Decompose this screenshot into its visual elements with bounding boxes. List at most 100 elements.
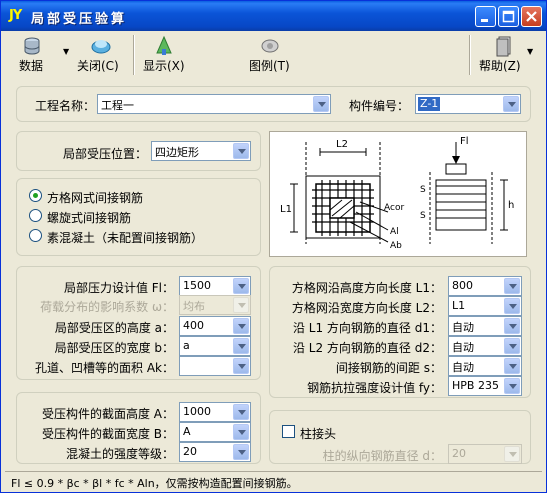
chevron-down-icon[interactable] [233, 424, 249, 440]
fl-value: 1500 [183, 279, 211, 292]
mesh-panel: 方格网沿高度方向长度 L1： 800 方格网沿宽度方向长度 L2： L1 沿 L… [269, 266, 531, 398]
b-value: a [183, 339, 190, 352]
chevron-down-icon[interactable] [233, 358, 249, 374]
d2-value: 自动 [452, 341, 474, 354]
legend-button[interactable]: 图例(T) [245, 33, 295, 77]
radio-plain-concrete-label[interactable]: 素混凝土（未配置间接钢筋） [47, 229, 203, 246]
project-name-select[interactable]: 工程一 [97, 94, 331, 114]
project-name-label: 工程名称： [35, 99, 96, 113]
chevron-down-icon[interactable] [233, 143, 249, 159]
toolbar-separator [469, 35, 471, 75]
a-value: 400 [183, 319, 204, 332]
fl-select[interactable]: 1500 [179, 276, 251, 296]
section-height-value: 1000 [183, 405, 211, 418]
app-logo: JY [9, 8, 22, 23]
section-width-value: A [183, 425, 191, 438]
chevron-down-icon[interactable] [504, 378, 520, 394]
data-button[interactable]: ▼ 数据 [13, 33, 69, 77]
chevron-down-icon[interactable] [504, 318, 520, 334]
status-bar: Fl ≤ 0.9 * βc * βl * fc * Aln，仅需按构造配置间接钢… [5, 471, 542, 490]
d2-label: 沿 L2 方向钢筋的直径 d2： [292, 341, 442, 355]
b-select[interactable]: a [179, 336, 251, 356]
diagram-drawing: L2 L1 Acor Al Ab Fl h S S [280, 136, 514, 251]
position-panel: 局部受压位置： 四边矩形 [16, 131, 261, 171]
column-joint-checkbox[interactable] [282, 425, 295, 438]
radio-grid-mesh-label[interactable]: 方格网式间接钢筋 [47, 189, 143, 206]
project-name-value: 工程一 [101, 99, 134, 112]
window-title: 局部受压验算 [31, 12, 128, 27]
chevron-down-icon[interactable] [313, 96, 329, 112]
chevron-down-icon[interactable] [233, 278, 249, 294]
radio-spiral[interactable] [29, 209, 42, 222]
component-id-select[interactable]: Z-1 [415, 94, 521, 114]
fy-select[interactable]: HPB 235 [448, 376, 522, 396]
app-window: JY 局部受压验算 ▼ 数据 关闭(C) 显示(X) 图例(T) ▼ 帮助(Z)… [0, 0, 547, 493]
title-bar[interactable]: JY 局部受压验算 [1, 1, 546, 31]
label-s-top: S [420, 185, 426, 195]
position-value: 四边矩形 [155, 146, 199, 159]
help-button[interactable]: ▼ 帮助(Z) [477, 33, 537, 77]
chevron-down-icon[interactable] [233, 338, 249, 354]
label-ab: Ab [390, 241, 402, 251]
position-label: 局部受压位置： [63, 147, 148, 161]
database-icon [24, 37, 40, 55]
legend-label: 图例(T) [249, 59, 290, 73]
a-label: 局部受压区的高度 a： [54, 321, 174, 335]
label-l2: L2 [336, 139, 348, 150]
chevron-down-icon[interactable] [233, 318, 249, 334]
ak-select[interactable] [179, 356, 251, 376]
minimize-button[interactable] [475, 6, 496, 27]
label-h: h [508, 200, 514, 211]
close-icon [526, 11, 537, 22]
l1-select[interactable]: 800 [448, 276, 522, 296]
a-select[interactable]: 400 [179, 316, 251, 336]
label-acor: Acor [384, 203, 404, 213]
load-panel: 局部压力设计值 Fl： 1500 荷载分布的影响系数 ω： 均布 局部受压区的高… [16, 266, 261, 380]
fl-label: 局部压力设计值 Fl： [63, 281, 174, 295]
chevron-down-icon[interactable] [504, 278, 520, 294]
fy-value: HPB 235 [452, 379, 499, 392]
status-text: Fl ≤ 0.9 * βc * βl * fc * Aln，仅需按构造配置间接钢… [11, 477, 298, 490]
radio-grid-mesh[interactable] [29, 189, 42, 202]
toolbar-separator [133, 35, 135, 75]
s-value: 自动 [452, 361, 474, 374]
d1-value: 自动 [452, 321, 474, 334]
section-width-select[interactable]: A [179, 422, 251, 442]
radio-spiral-label[interactable]: 螺旋式间接钢筋 [47, 209, 131, 226]
s-select[interactable]: 自动 [448, 356, 522, 376]
help-book-icon [496, 36, 511, 57]
legend-icon [261, 39, 279, 53]
chevron-down-icon[interactable] [504, 298, 520, 314]
chevron-down-icon[interactable] [504, 358, 520, 374]
d1-select[interactable]: 自动 [448, 316, 522, 336]
section-width-label: 受压构件的截面宽度 B： [41, 427, 174, 441]
data-label: 数据 [19, 59, 44, 73]
position-select[interactable]: 四边矩形 [151, 141, 251, 161]
help-dropdown-icon[interactable]: ▼ [527, 47, 533, 56]
concrete-grade-select[interactable]: 20 [179, 442, 251, 462]
l1-label: 方格网沿高度方向长度 L1： [291, 281, 442, 295]
chevron-down-icon[interactable] [233, 404, 249, 420]
radio-plain-concrete[interactable] [29, 229, 42, 242]
component-id-value: Z-1 [418, 97, 441, 111]
data-dropdown-icon[interactable]: ▼ [63, 47, 69, 56]
toolbar: ▼ 数据 关闭(C) 显示(X) 图例(T) ▼ 帮助(Z) [5, 33, 542, 79]
chevron-down-icon[interactable] [233, 444, 249, 460]
column-joint-label[interactable]: 柱接头 [300, 425, 336, 442]
section-panel: 受压构件的截面高度 A： 1000 受压构件的截面宽度 B： A 混凝土的强度等… [16, 392, 261, 464]
display-label: 显示(X) [143, 59, 185, 73]
label-l1: L1 [280, 204, 292, 215]
reinforcement-type-panel: 方格网式间接钢筋 螺旋式间接钢筋 素混凝土（未配置间接钢筋） [16, 178, 261, 256]
d2-select[interactable]: 自动 [448, 336, 522, 356]
project-panel: 工程名称： 工程一 构件编号： Z-1 [16, 86, 531, 122]
close-window-button[interactable] [521, 6, 542, 27]
close-button[interactable]: 关闭(C) [75, 33, 131, 77]
chevron-down-icon[interactable] [503, 96, 519, 112]
display-button[interactable]: 显示(X) [141, 33, 191, 77]
chevron-down-icon[interactable] [504, 338, 520, 354]
section-height-select[interactable]: 1000 [179, 402, 251, 422]
section-height-label: 受压构件的截面高度 A： [41, 407, 174, 421]
chevron-down-icon [233, 297, 249, 313]
maximize-button[interactable] [498, 6, 519, 27]
l2-select[interactable]: L1 [448, 296, 522, 316]
